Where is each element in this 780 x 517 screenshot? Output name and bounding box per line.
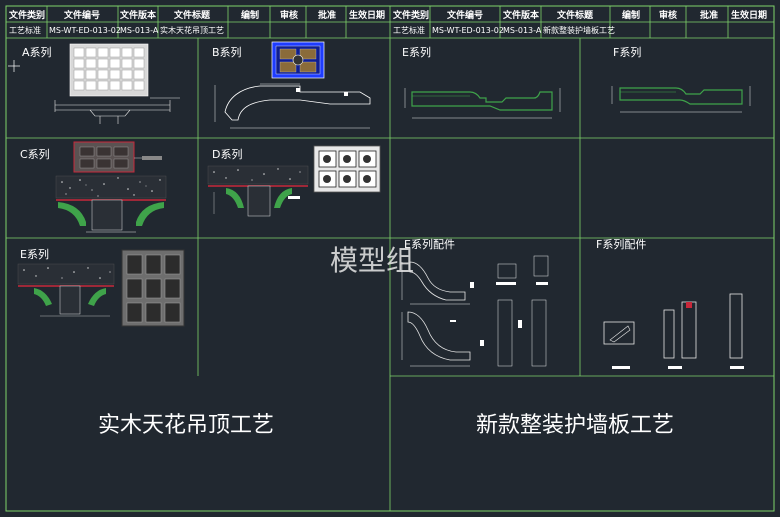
col-category: 文件类别 xyxy=(8,9,45,21)
cad-canvas: 文件类别 文件编号 文件版本 文件标题 编制 审核 批准 生效日期 工艺标准 M… xyxy=(5,5,775,512)
watermark: 模型组 xyxy=(330,244,414,277)
a-series-drawing xyxy=(54,43,180,124)
caption-left: 实木天花吊顶工艺 xyxy=(98,413,274,438)
e-series-drawing xyxy=(17,249,185,327)
header-right-columns: 文件类别 文件编号 文件版本 文件标题 编制 审核 批准 生效日期 xyxy=(392,9,767,21)
panel-d-title: D系列 xyxy=(212,147,242,161)
caption-right: 新款整装护墙板工艺 xyxy=(476,413,674,438)
c-series-drawing xyxy=(55,141,167,233)
e-parts-drawing xyxy=(401,255,549,367)
cad-drawing-sheet: 文件类别 文件编号 文件版本 文件标题 编制 审核 批准 生效日期 工艺标准 M… xyxy=(0,0,780,517)
panel-e-title: E系列 xyxy=(20,247,49,261)
val-number-right: MS-WT-ED-013-02 xyxy=(432,26,504,35)
header-left-columns: 文件类别 文件编号 文件版本 文件标题 编制 审核 批准 生效日期 xyxy=(8,9,385,21)
val-category-right: 工艺标准 xyxy=(393,25,425,35)
val-number: MS-WT-ED-013-02 xyxy=(49,26,121,35)
panel-c-title: C系列 xyxy=(20,147,50,161)
val-version-right: MS-013-A xyxy=(503,26,542,35)
val-category: 工艺标准 xyxy=(9,25,41,35)
col-approve: 批准 xyxy=(318,9,336,21)
col-review-right: 审核 xyxy=(659,9,677,21)
val-version: MS-013-A xyxy=(120,26,159,35)
f-parts-drawing xyxy=(603,293,744,369)
panel-f-parts-title: F系列配件 xyxy=(596,237,646,251)
panel-f-title: F系列 xyxy=(613,45,641,59)
col-number-right: 文件编号 xyxy=(446,9,483,21)
c-series-annotation-label xyxy=(142,156,162,160)
header-left-values: 工艺标准 MS-WT-ED-013-02 MS-013-A 实木天花吊顶工艺 xyxy=(9,25,224,35)
col-review: 审核 xyxy=(280,9,298,21)
val-title-right: 新款整装护墙板工艺 xyxy=(543,25,615,35)
e-series-profile-drawing xyxy=(404,88,561,119)
col-number: 文件编号 xyxy=(63,9,100,21)
val-title: 实木天花吊顶工艺 xyxy=(160,25,224,35)
col-date: 生效日期 xyxy=(349,9,385,21)
col-author: 编制 xyxy=(241,9,259,21)
panel-a-title: A系列 xyxy=(22,45,52,59)
col-title-right: 文件标题 xyxy=(556,9,594,21)
col-title: 文件标题 xyxy=(173,9,211,21)
cursor-crosshair-icon xyxy=(8,60,20,72)
col-category-right: 文件类别 xyxy=(392,9,429,21)
col-author-right: 编制 xyxy=(622,9,640,21)
col-version: 文件版本 xyxy=(119,9,157,21)
panel-e2-title: E系列 xyxy=(402,45,431,59)
col-date-right: 生效日期 xyxy=(731,9,767,21)
panel-b-title: B系列 xyxy=(212,45,242,59)
f-series-profile-drawing xyxy=(611,86,751,113)
header-right-values: 工艺标准 MS-WT-ED-013-02 MS-013-A 新款整装护墙板工艺 xyxy=(393,25,615,35)
col-approve-right: 批准 xyxy=(700,9,718,21)
col-version-right: 文件版本 xyxy=(502,9,540,21)
